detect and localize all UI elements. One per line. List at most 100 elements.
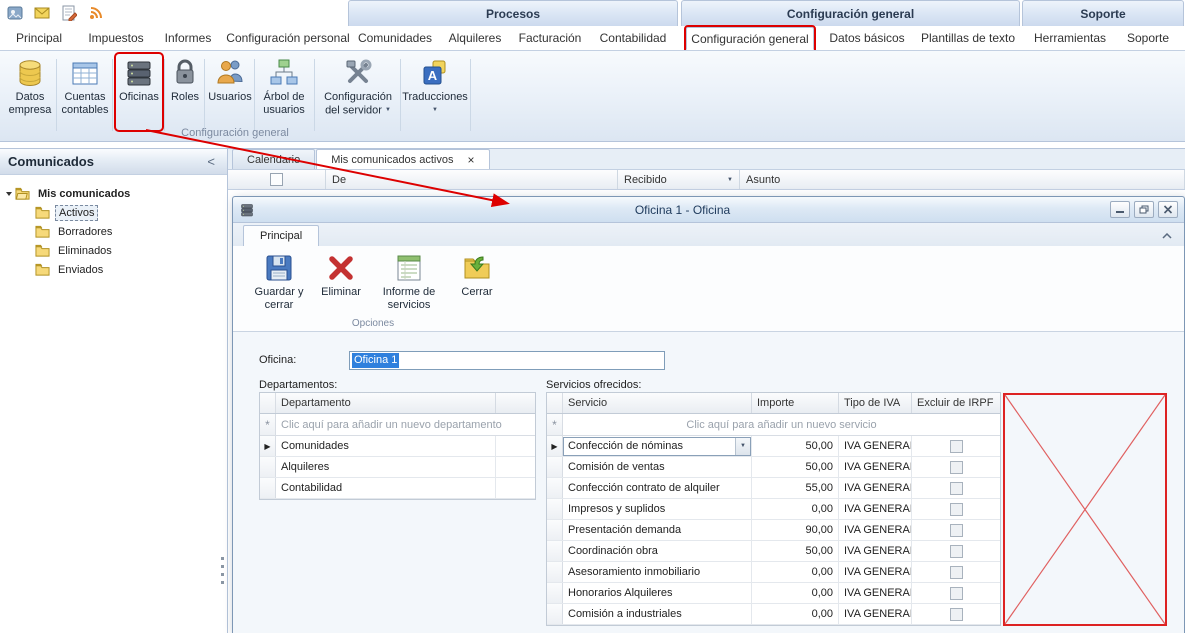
- serv-row-impresos-y-suplidos[interactable]: Impresos y suplidos0,00IVA GENERAL: [547, 499, 1000, 520]
- excluir-irpf-checkbox[interactable]: [950, 440, 963, 453]
- serv-row-comision-a-industriales[interactable]: Comisión a industriales0,00IVA GENERAL: [547, 604, 1000, 625]
- dept-name-cell[interactable]: Alquileres: [276, 457, 496, 477]
- document-tab-calendario[interactable]: Calendario: [232, 149, 315, 169]
- serv-new-row[interactable]: *Clic aquí para añadir un nuevo servicio: [547, 414, 1000, 436]
- toolbar-button-informe-de-servicios[interactable]: Informe de servicios: [373, 250, 445, 312]
- filter-dropdown-icon[interactable]: ▼: [727, 177, 733, 183]
- ribbon-button-roles[interactable]: Roles: [166, 54, 204, 130]
- servicio-cell[interactable]: Honorarios Alquileres: [563, 583, 752, 603]
- importe-cell[interactable]: 0,00: [752, 499, 839, 519]
- ribbon-button-arbol-de-usuarios[interactable]: Árbol de usuarios: [257, 54, 311, 130]
- serv-row-confeccion-de-nominas[interactable]: ▶Confección de nóminas▼50,00IVA GENERAL: [547, 436, 1000, 457]
- serv-row-asesoramiento-inmobiliario[interactable]: Asesoramiento inmobiliario0,00IVA GENERA…: [547, 562, 1000, 583]
- serv-row-coordinacion-obra[interactable]: Coordinación obra50,00IVA GENERAL: [547, 541, 1000, 562]
- excluir-irpf-checkbox[interactable]: [950, 545, 963, 558]
- document-tab-mis-comunicados-activos[interactable]: Mis comunicados activos×: [316, 149, 489, 169]
- tipo-iva-cell[interactable]: IVA GENERAL: [839, 499, 912, 519]
- importe-cell[interactable]: 0,00: [752, 583, 839, 603]
- tipo-iva-cell[interactable]: IVA GENERAL: [839, 604, 912, 624]
- servicio-combo[interactable]: Confección de nóminas▼: [563, 437, 751, 456]
- ribbon-tab-principal[interactable]: Principal: [6, 27, 72, 50]
- ribbon-tab-herramientas[interactable]: Herramientas: [1030, 27, 1110, 50]
- toolbar-button-cerrar[interactable]: Cerrar: [453, 250, 501, 299]
- servicio-cell[interactable]: Comisión a industriales: [563, 604, 752, 624]
- ribbon-tab-configuracion-personal[interactable]: Configuración personal: [226, 27, 350, 50]
- excluir-irpf-checkbox[interactable]: [950, 482, 963, 495]
- tipo-iva-cell[interactable]: IVA GENERAL: [839, 478, 912, 498]
- toolbar-button-guardar-y-cerrar[interactable]: Guardar y cerrar: [249, 250, 309, 312]
- panel-collapse-button[interactable]: <: [203, 154, 219, 169]
- dept-row-contabilidad[interactable]: Contabilidad: [260, 478, 535, 499]
- minimize-button[interactable]: [1110, 201, 1130, 218]
- ribbon-tab-soporte[interactable]: Soporte: [1118, 27, 1178, 50]
- ribbon-button-oficinas[interactable]: Oficinas: [116, 54, 162, 130]
- gallery-icon[interactable]: [5, 3, 25, 23]
- importe-cell[interactable]: 50,00: [752, 436, 839, 456]
- tipo-iva-cell[interactable]: IVA GENERAL: [839, 436, 912, 456]
- mail-icon[interactable]: [32, 3, 52, 23]
- ribbon-tab-plantillas-de-texto[interactable]: Plantillas de texto: [916, 27, 1020, 50]
- dropdown-icon[interactable]: ▼: [735, 438, 750, 455]
- ribbon-button-configuracion-del-servidor[interactable]: Configuración del servidor ▼: [318, 54, 398, 130]
- tipo-iva-cell[interactable]: IVA GENERAL: [839, 562, 912, 582]
- servicio-cell[interactable]: Impresos y suplidos: [563, 499, 752, 519]
- dept-name-cell[interactable]: Contabilidad: [276, 478, 496, 498]
- tipo-iva-cell[interactable]: IVA GENERAL: [839, 583, 912, 603]
- servicio-cell[interactable]: Coordinación obra: [563, 541, 752, 561]
- importe-cell[interactable]: 0,00: [752, 604, 839, 624]
- restore-button[interactable]: [1134, 201, 1154, 218]
- dept-row-comunidades[interactable]: ▶Comunidades: [260, 436, 535, 457]
- ribbon-tab-informes[interactable]: Informes: [156, 27, 220, 50]
- importe-cell[interactable]: 0,00: [752, 562, 839, 582]
- column-header-tipo-de-iva[interactable]: Tipo de IVA: [839, 393, 912, 413]
- notes-icon[interactable]: [59, 3, 79, 23]
- dialog-titlebar[interactable]: Oficina 1 - Oficina: [233, 197, 1184, 223]
- column-header-departamento[interactable]: Departamento: [276, 393, 496, 413]
- ribbon-tab-facturacion[interactable]: Facturación: [514, 27, 586, 50]
- dept-row-alquileres[interactable]: Alquileres: [260, 457, 535, 478]
- ribbon-tab-comunidades[interactable]: Comunidades: [356, 27, 434, 50]
- servicio-cell[interactable]: Comisión de ventas: [563, 457, 752, 477]
- importe-cell[interactable]: 55,00: [752, 478, 839, 498]
- ribbon-button-traducciones[interactable]: ATraducciones ▼: [402, 54, 468, 130]
- dialog-tab-principal[interactable]: Principal: [243, 225, 319, 246]
- ribbon-button-cuentas-contables[interactable]: Cuentas contables: [58, 54, 112, 130]
- column-header-asunto[interactable]: Asunto: [740, 170, 1185, 189]
- column-header-checkbox[interactable]: [228, 170, 326, 189]
- importe-cell[interactable]: 50,00: [752, 457, 839, 477]
- tipo-iva-cell[interactable]: IVA GENERAL: [839, 541, 912, 561]
- excluir-irpf-checkbox[interactable]: [950, 503, 963, 516]
- tree-item-enviados[interactable]: Enviados: [2, 260, 225, 279]
- serv-row-presentacion-demanda[interactable]: Presentación demanda90,00IVA GENERAL: [547, 520, 1000, 541]
- ribbon-tab-contabilidad[interactable]: Contabilidad: [594, 27, 672, 50]
- tipo-iva-cell[interactable]: IVA GENERAL: [839, 520, 912, 540]
- close-button[interactable]: [1158, 201, 1178, 218]
- column-header-de[interactable]: De: [326, 170, 618, 189]
- servicio-cell[interactable]: Confección contrato de alquiler: [563, 478, 752, 498]
- dept-name-cell[interactable]: Comunidades: [276, 436, 496, 456]
- excluir-irpf-checkbox[interactable]: [950, 524, 963, 537]
- collapse-ribbon-icon[interactable]: [1162, 230, 1172, 242]
- serv-row-comision-de-ventas[interactable]: Comisión de ventas50,00IVA GENERAL: [547, 457, 1000, 478]
- excluir-irpf-checkbox[interactable]: [950, 608, 963, 621]
- serv-row-honorarios-alquileres[interactable]: Honorarios Alquileres0,00IVA GENERAL: [547, 583, 1000, 604]
- tree-item-borradores[interactable]: Borradores: [2, 222, 225, 241]
- servicio-cell[interactable]: Asesoramiento inmobiliario: [563, 562, 752, 582]
- column-header-recibido[interactable]: Recibido▼: [618, 170, 740, 189]
- ribbon-button-usuarios[interactable]: Usuarios: [206, 54, 254, 130]
- tipo-iva-cell[interactable]: IVA GENERAL: [839, 457, 912, 477]
- ribbon-tab-configuracion-general[interactable]: Configuración general: [686, 27, 814, 50]
- ribbon-button-datos-empresa[interactable]: Datos empresa: [6, 54, 54, 130]
- serv-row-confeccion-contrato-de-alquiler[interactable]: Confección contrato de alquiler55,00IVA …: [547, 478, 1000, 499]
- dept-new-row[interactable]: *Clic aquí para añadir un nuevo departam…: [260, 414, 535, 436]
- splitter-handle[interactable]: [221, 557, 224, 589]
- tree-item-eliminados[interactable]: Eliminados: [2, 241, 225, 260]
- servicio-cell[interactable]: Presentación demanda: [563, 520, 752, 540]
- importe-cell[interactable]: 50,00: [752, 541, 839, 561]
- close-tab-icon[interactable]: ×: [467, 154, 474, 166]
- select-all-checkbox[interactable]: [270, 173, 283, 186]
- column-header-importe[interactable]: Importe: [752, 393, 839, 413]
- ribbon-tab-datos-basicos[interactable]: Datos básicos: [824, 27, 910, 50]
- toolbar-button-eliminar[interactable]: Eliminar: [317, 250, 365, 299]
- excluir-irpf-checkbox[interactable]: [950, 587, 963, 600]
